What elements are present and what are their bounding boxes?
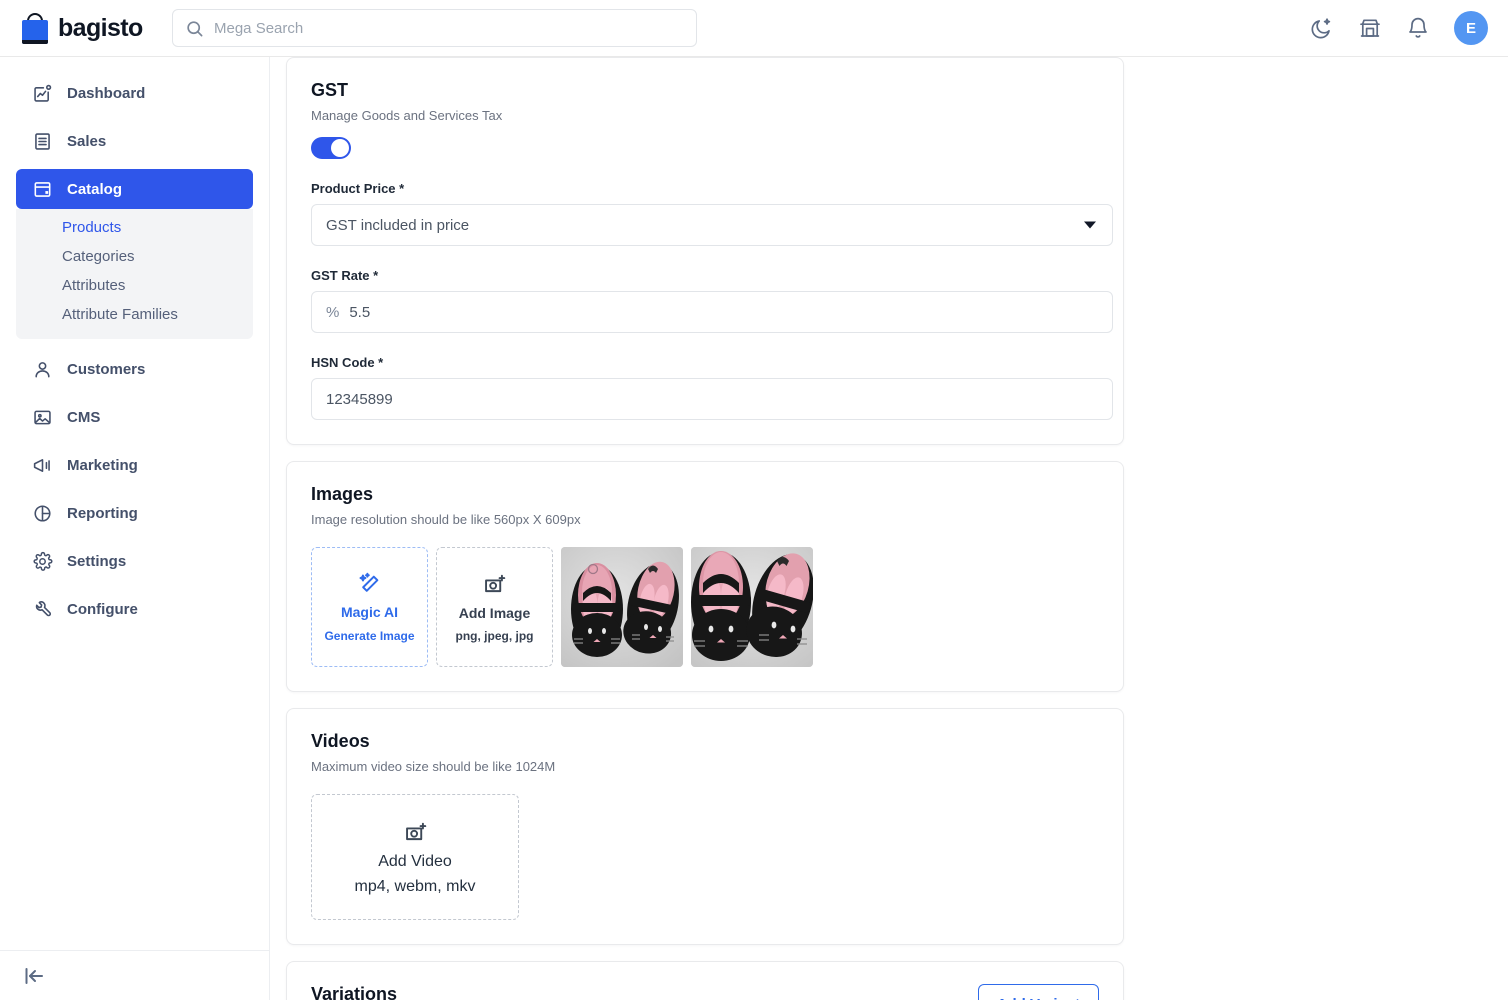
magic-ai-subtitle: Generate Image xyxy=(324,628,415,643)
gst-toggle-knob xyxy=(331,139,349,157)
search-input[interactable] xyxy=(214,19,684,37)
product-price-select[interactable]: GST included in price xyxy=(311,204,1113,246)
sidebar-item-customers[interactable]: Customers xyxy=(16,349,253,389)
gst-title: GST xyxy=(311,80,349,100)
reporting-icon xyxy=(34,504,51,522)
variations-card: Variations Variation products are depend… xyxy=(286,961,1124,1000)
bunny-shoes-photo-1 xyxy=(561,547,683,667)
sidebar-item-label: Catalog xyxy=(67,180,123,198)
gst-toggle[interactable] xyxy=(311,137,351,159)
configure-icon xyxy=(35,600,52,616)
sidebar-item-label: Reporting xyxy=(67,504,138,522)
bagisto-bag-icon xyxy=(20,12,50,44)
camera-plus-icon xyxy=(485,574,506,592)
variations-header: Variations Variation products are depend… xyxy=(311,984,1099,1000)
sidebar-item-label: CMS xyxy=(67,408,101,426)
catalog-icon xyxy=(34,181,51,197)
variations-title: Variations xyxy=(311,984,398,1000)
gst-card: GST Manage Goods and Services Tax Produc… xyxy=(286,57,1124,445)
sidebar-item-reporting[interactable]: Reporting xyxy=(16,493,253,533)
add-video-button[interactable]: Add Video mp4, webm, mkv xyxy=(311,794,519,920)
camera-plus-icon xyxy=(405,822,426,840)
sales-icon xyxy=(35,132,50,150)
magic-ai-generate-image-button[interactable]: Magic AI Generate Image xyxy=(311,547,428,667)
add-image-subtitle: png, jpeg, jpg xyxy=(455,629,534,644)
videos-subtitle: Maximum video size should be like 1024M xyxy=(311,759,556,774)
magic-ai-title: Magic AI xyxy=(340,604,399,621)
sidebar-item-label: Marketing xyxy=(67,456,138,474)
hsn-code-label: HSN Code * xyxy=(311,355,384,370)
add-video-subtitle: mp4, webm, mkv xyxy=(354,877,476,895)
gst-rate-input[interactable]: % 5.5 xyxy=(311,291,1113,333)
percent-prefix: % xyxy=(326,303,340,321)
magic-wand-icon xyxy=(358,573,378,593)
add-image-button[interactable]: Add Image png, jpeg, jpg xyxy=(436,547,553,667)
brand-name: bagisto xyxy=(58,13,143,42)
sidebar-item-catalog[interactable]: Catalog xyxy=(16,169,253,209)
sidebar-item-products[interactable]: Products xyxy=(16,213,253,242)
gst-rate-value: 5.5 xyxy=(349,303,371,321)
add-image-title: Add Image xyxy=(458,604,531,621)
sidebar-item-attributes[interactable]: Attributes xyxy=(16,271,253,300)
sidebar-item-categories[interactable]: Categories xyxy=(16,242,253,271)
videos-title: Videos xyxy=(311,731,370,751)
marketing-icon xyxy=(33,458,50,472)
sidebar-item-marketing[interactable]: Marketing xyxy=(16,445,253,485)
settings-icon xyxy=(33,551,53,571)
search-box[interactable] xyxy=(172,9,697,47)
collapse-sidebar-icon[interactable] xyxy=(22,964,46,988)
search-icon xyxy=(187,20,203,36)
bunny-shoes-photo-2 xyxy=(691,547,813,667)
main-content: GST Manage Goods and Services Tax Produc… xyxy=(270,57,1508,1000)
store-icon[interactable] xyxy=(1358,16,1382,40)
sidebar-item-label: Customers xyxy=(67,360,146,378)
images-row: Magic AI Generate Image Add Image png, j… xyxy=(311,547,1099,667)
dashboard-icon xyxy=(34,84,52,102)
sidebar-item-dashboard[interactable]: Dashboard xyxy=(16,73,253,113)
gst-rate-label: GST Rate * xyxy=(311,268,379,283)
product-image-thumbnail[interactable] xyxy=(691,547,813,667)
avatar[interactable]: E xyxy=(1454,11,1488,45)
header-actions: E xyxy=(1310,11,1488,45)
bell-icon[interactable] xyxy=(1406,16,1430,40)
images-subtitle: Image resolution should be like 560px X … xyxy=(311,512,581,527)
chevron-down-icon xyxy=(1084,221,1096,229)
images-title: Images xyxy=(311,484,374,504)
catalog-subnav: Products Categories Attributes Attribute… xyxy=(16,209,253,339)
sidebar-item-label: Settings xyxy=(67,552,127,570)
sidebar-item-label: Configure xyxy=(67,600,138,618)
sidebar-item-label: Sales xyxy=(67,132,107,150)
sidebar-item-configure[interactable]: Configure xyxy=(16,589,253,629)
sidebar-footer xyxy=(0,950,269,1000)
product-price-field: Product Price * GST included in price xyxy=(311,181,1113,246)
moon-star-icon[interactable] xyxy=(1310,16,1334,40)
hsn-code-input[interactable]: 12345899 xyxy=(311,378,1113,420)
brand-logo-group[interactable]: bagisto xyxy=(20,12,150,44)
add-video-title: Add Video xyxy=(378,852,452,870)
sidebar-item-label: Dashboard xyxy=(67,84,146,102)
product-image-thumbnail[interactable] xyxy=(561,547,683,667)
cms-icon xyxy=(34,410,51,424)
gst-subtitle: Manage Goods and Services Tax xyxy=(311,108,503,123)
product-price-value: GST included in price xyxy=(326,216,470,234)
sidebar-item-cms[interactable]: CMS xyxy=(16,397,253,437)
sidebar-item-sales[interactable]: Sales xyxy=(16,121,253,161)
sidebar-item-attribute-families[interactable]: Attribute Families xyxy=(16,300,253,329)
add-variant-button[interactable]: Add Variant xyxy=(977,984,1099,1000)
hsn-code-value: 12345899 xyxy=(326,390,393,408)
top-header: bagisto E xyxy=(0,0,1508,57)
gst-rate-field: GST Rate * % 5.5 xyxy=(311,268,1113,333)
images-card: Images Image resolution should be like 5… xyxy=(286,461,1124,692)
sidebar: Dashboard Sales Catalog Products Categor… xyxy=(0,57,270,1000)
sidebar-item-settings[interactable]: Settings xyxy=(16,541,253,581)
videos-card: Videos Maximum video size should be like… xyxy=(286,708,1124,945)
hsn-code-field: HSN Code * 12345899 xyxy=(311,355,1113,420)
product-price-label: Product Price * xyxy=(311,181,405,196)
customers-icon xyxy=(35,361,50,377)
